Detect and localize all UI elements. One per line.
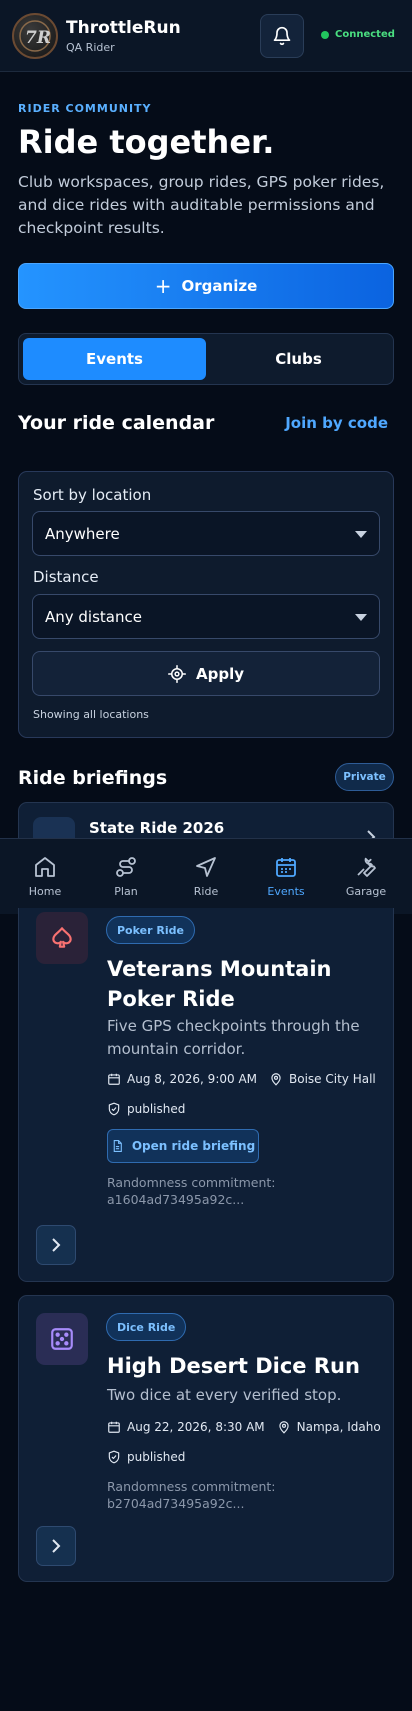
- brand-logo: 7R: [12, 13, 58, 59]
- randomness-commitment: Randomness commitment: b2704ad73495a92c.…: [107, 1479, 276, 1511]
- shield-check-icon: [108, 1450, 120, 1464]
- view-switcher: Events Clubs: [18, 333, 394, 385]
- event-date: Aug 22, 2026, 8:30 AM: [127, 1420, 265, 1434]
- location-select[interactable]: Anywhere: [32, 511, 380, 556]
- event-location: Nampa, Idaho: [296, 1420, 381, 1434]
- brand-title: ThrottleRun: [66, 18, 181, 38]
- shield-check-icon: [108, 1102, 120, 1116]
- status-text: published: [127, 1102, 186, 1116]
- nav-plan[interactable]: Plan: [85, 839, 167, 915]
- organize-button[interactable]: + Organize: [18, 263, 394, 309]
- nav-label: Garage: [345, 885, 387, 898]
- nav-label: Home: [28, 885, 62, 898]
- organize-label: Organize: [181, 277, 258, 295]
- status-dot-icon: [321, 30, 329, 39]
- wrench-icon: [357, 857, 376, 877]
- notifications-button[interactable]: [260, 14, 304, 58]
- event-title: Veterans Mountain Poker Ride: [107, 957, 332, 1011]
- expand-event-button[interactable]: [36, 1225, 76, 1265]
- home-icon: [35, 857, 55, 877]
- svg-text:7R: 7R: [25, 28, 51, 48]
- briefing-title: State Ride 2026: [89, 819, 225, 837]
- event-meta: Aug 22, 2026, 8:30 AM Nampa, Idaho: [107, 1420, 381, 1434]
- app-header: 7R ThrottleRun QA Rider Connected: [0, 0, 412, 72]
- event-date: Aug 8, 2026, 9:00 AM: [127, 1072, 258, 1086]
- section-eyebrow: RIDER COMMUNITY: [18, 102, 152, 115]
- connection-status: Connected: [321, 29, 395, 40]
- filter-summary: Showing all locations: [33, 708, 149, 721]
- calendar-icon: [276, 858, 296, 877]
- chevron-down-icon: [355, 531, 367, 538]
- tab-clubs[interactable]: Clubs: [207, 338, 390, 380]
- randomness-commitment: Randomness commitment: a1604ad73495a92c.…: [107, 1175, 276, 1207]
- spade-icon: [36, 912, 88, 964]
- nav-ride[interactable]: Ride: [165, 839, 247, 915]
- location-value: Anywhere: [45, 524, 120, 543]
- bottom-nav: Home Plan Ride Events Garage: [0, 838, 412, 914]
- join-by-code-link[interactable]: Join by code: [285, 414, 388, 432]
- nav-label: Ride: [193, 885, 219, 898]
- briefings-title: Ride briefings: [18, 767, 168, 789]
- chevron-right-icon: [52, 1238, 61, 1252]
- event-description: Five GPS checkpoints through the mountai…: [107, 1017, 360, 1058]
- event-title: High Desert Dice Run: [107, 1354, 360, 1378]
- calendar-title: Your ride calendar: [18, 412, 215, 434]
- status-text: published: [127, 1450, 186, 1464]
- open-briefing-label: Open ride briefing: [131, 1139, 256, 1153]
- apply-button[interactable]: Apply: [32, 651, 380, 696]
- status-text: Connected: [335, 29, 395, 40]
- distance-value: Any distance: [45, 607, 142, 626]
- document-icon: [113, 1140, 122, 1152]
- nav-home[interactable]: Home: [4, 839, 86, 915]
- apply-label: Apply: [195, 664, 244, 683]
- dice-icon: [36, 1313, 88, 1365]
- private-badge: Private: [335, 763, 394, 791]
- bell-icon: [273, 26, 291, 46]
- event-card[interactable]: Poker Ride Veterans Mountain Poker Ride …: [18, 908, 394, 1282]
- event-type-badge: Dice Ride: [106, 1313, 187, 1341]
- filter-panel: Sort by location Anywhere Distance Any d…: [18, 471, 394, 738]
- open-briefing-button[interactable]: Open ride briefing: [107, 1129, 259, 1163]
- plus-icon: +: [154, 274, 172, 298]
- event-card[interactable]: Dice Ride High Desert Dice Run Two dice …: [18, 1295, 394, 1582]
- brand-subtitle: QA Rider: [66, 41, 115, 54]
- event-type-badge: Poker Ride: [106, 916, 195, 944]
- event-status: published: [107, 1102, 185, 1116]
- tab-events[interactable]: Events: [23, 338, 206, 380]
- nav-label: Plan: [114, 885, 138, 898]
- event-description: Two dice at every verified stop.: [107, 1386, 342, 1404]
- expand-event-button[interactable]: [36, 1526, 76, 1566]
- chevron-right-icon: [52, 1539, 61, 1553]
- nav-garage[interactable]: Garage: [325, 839, 407, 915]
- calendar-icon: [108, 1421, 120, 1433]
- chevron-down-icon: [355, 614, 367, 621]
- locate-icon: [167, 664, 186, 683]
- route-icon: [116, 857, 136, 877]
- location-label: Sort by location: [33, 486, 152, 504]
- distance-select[interactable]: Any distance: [32, 594, 380, 639]
- map-pin-icon: [278, 1421, 289, 1434]
- event-status: published: [107, 1450, 185, 1464]
- nav-label: Events: [267, 885, 305, 898]
- nav-events[interactable]: Events: [245, 839, 327, 915]
- navigation-icon: [196, 857, 216, 877]
- map-pin-icon: [271, 1073, 281, 1086]
- calendar-icon: [108, 1073, 120, 1085]
- event-meta: Aug 8, 2026, 9:00 AM Boise City Hall: [107, 1072, 376, 1086]
- distance-label: Distance: [33, 568, 99, 586]
- page-title: Ride together.: [18, 123, 275, 161]
- page-description: Club workspaces, group rides, GPS poker …: [18, 173, 385, 237]
- event-location: Boise City Hall: [289, 1072, 376, 1086]
